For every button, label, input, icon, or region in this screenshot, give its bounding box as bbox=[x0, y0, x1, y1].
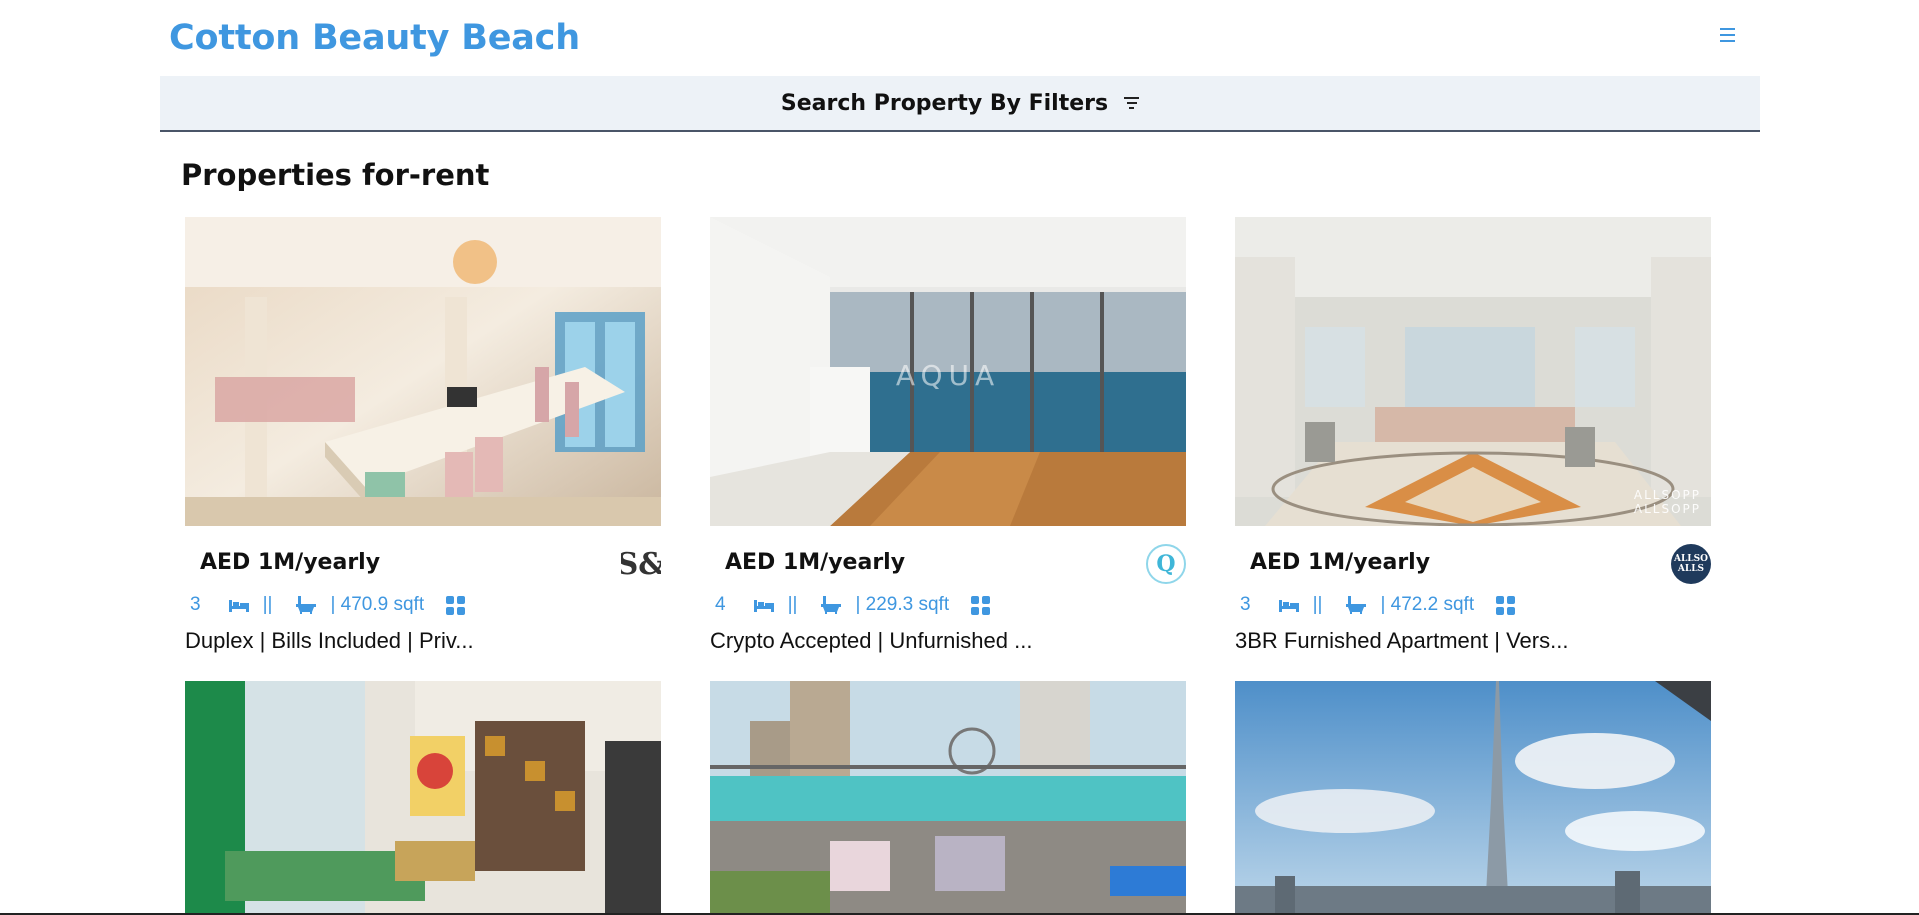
photo-watermark: ALLSOPP ALLSOPP bbox=[1633, 488, 1701, 516]
property-photo[interactable]: ALLSOPP ALLSOPP bbox=[1235, 217, 1711, 526]
listing-price: AED 1M/yearly bbox=[200, 550, 381, 575]
bedroom-count: 3 bbox=[190, 594, 201, 615]
area-grid-icon bbox=[446, 595, 466, 615]
bed-icon bbox=[1278, 598, 1299, 612]
filter-bar-label: Search Property By Filters bbox=[780, 90, 1109, 116]
area-grid-icon bbox=[971, 595, 991, 615]
listing-title[interactable]: 3BR Furnished Apartment | Vers... bbox=[1235, 628, 1711, 654]
photo-watermark: AQUA bbox=[895, 359, 1001, 393]
filter-icon bbox=[1124, 97, 1140, 109]
agency-logo[interactable]: S& bbox=[621, 544, 661, 584]
bedroom-count: 4 bbox=[715, 594, 726, 615]
property-photo[interactable] bbox=[710, 681, 1186, 913]
section-title: Properties for-rent bbox=[181, 158, 490, 192]
stat-separator: || bbox=[787, 594, 798, 615]
property-card[interactable]: ALLSOPP ALLSOPP AED 1M/yearly ALLSO ALLS … bbox=[1235, 217, 1711, 654]
property-photo[interactable] bbox=[1235, 681, 1711, 913]
bedroom-count: 3 bbox=[1240, 594, 1251, 615]
bathtub-icon bbox=[1346, 596, 1367, 614]
listing-price: AED 1M/yearly bbox=[725, 550, 906, 575]
area-grid-icon bbox=[1496, 595, 1516, 615]
property-card[interactable]: AQUA AED 1M/yearly Q 4 || | 229.3 sqft C… bbox=[710, 217, 1186, 654]
bed-icon bbox=[228, 598, 249, 612]
property-card[interactable]: AED 1M/yearly S& 3 || | 470.9 sqft Duple… bbox=[185, 217, 661, 654]
area-sqft: | 229.3 sqft bbox=[855, 594, 950, 615]
agency-logo[interactable]: Q bbox=[1146, 544, 1186, 584]
stat-separator: || bbox=[1312, 594, 1323, 615]
property-photo[interactable] bbox=[185, 681, 661, 913]
bathtub-icon bbox=[821, 596, 842, 614]
listing-title[interactable]: Crypto Accepted | Unfurnished ... bbox=[710, 628, 1186, 654]
listing-title[interactable]: Duplex | Bills Included | Priv... bbox=[185, 628, 661, 654]
search-filters-bar[interactable]: Search Property By Filters bbox=[160, 76, 1760, 132]
hamburger-menu-icon[interactable] bbox=[1712, 22, 1742, 48]
listing-stats: 4 || | 229.3 sqft bbox=[710, 590, 1186, 620]
stat-separator: || bbox=[262, 594, 273, 615]
agency-logo[interactable]: ALLSO ALLS bbox=[1671, 544, 1711, 584]
area-sqft: | 470.9 sqft bbox=[330, 594, 425, 615]
listing-stats: 3 || | 470.9 sqft bbox=[185, 590, 661, 620]
property-photo[interactable] bbox=[185, 217, 661, 526]
area-sqft: | 472.2 sqft bbox=[1380, 594, 1475, 615]
property-photo[interactable]: AQUA bbox=[710, 217, 1186, 526]
site-brand[interactable]: Cotton Beauty Beach bbox=[169, 18, 580, 58]
bathtub-icon bbox=[296, 596, 317, 614]
listing-stats: 3 || | 472.2 sqft bbox=[1235, 590, 1711, 620]
bed-icon bbox=[753, 598, 774, 612]
listing-price: AED 1M/yearly bbox=[1250, 550, 1431, 575]
